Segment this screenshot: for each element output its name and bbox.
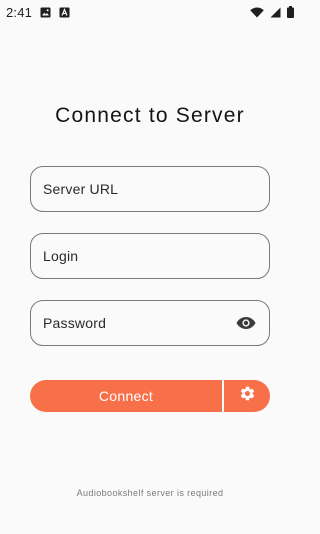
connect-button[interactable]: Connect [30,380,222,412]
server-url-placeholder: Server URL [43,181,119,197]
server-url-field[interactable]: Server URL [30,166,270,212]
page-title: Connect to Server [55,104,245,127]
font-icon [59,7,70,18]
password-field[interactable]: Password [30,300,270,346]
password-placeholder: Password [43,315,107,331]
signal-icon [270,7,281,18]
status-time: 2:41 [6,4,33,20]
status-left: 2:41 [6,5,70,20]
login-placeholder: Login [43,248,79,264]
eye-icon[interactable] [235,312,257,334]
wifi-icon [250,7,264,18]
login-field[interactable]: Login [30,233,270,279]
status-bar: 2:41 [0,0,300,24]
connect-row: Connect [30,380,270,412]
gear-icon [239,385,256,407]
login-screen: 2:41 Connect to Server Server URL Login … [0,0,300,534]
settings-button[interactable] [224,380,270,412]
footer-note: Audiobookshelf server is required [76,488,224,498]
image-icon [40,7,51,18]
battery-icon [287,6,294,18]
status-right [250,6,294,18]
